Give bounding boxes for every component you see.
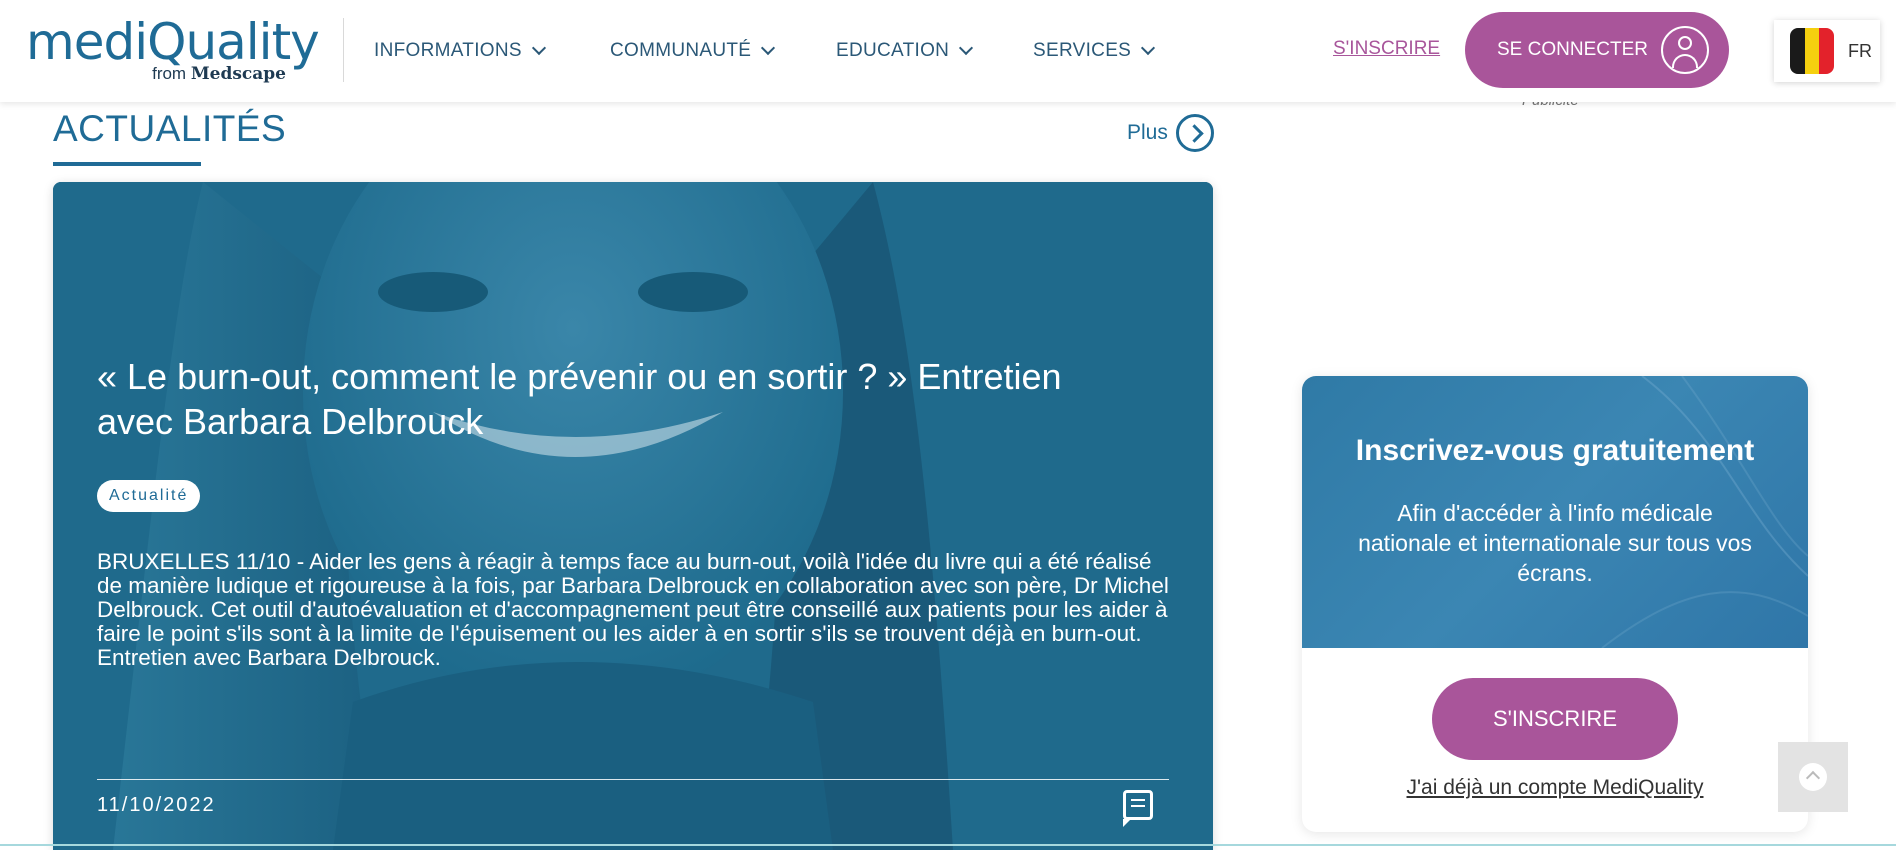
chevron-down-icon <box>531 40 546 56</box>
comment-icon[interactable] <box>1123 790 1153 827</box>
nav-communaute[interactable]: COMMUNAUTÉ <box>610 0 776 102</box>
nav-label: COMMUNAUTÉ <box>610 40 752 61</box>
article-title[interactable]: « Le burn-out, comment le prévenir ou en… <box>97 354 1147 444</box>
header-divider <box>343 18 344 82</box>
page-bottom-border <box>0 844 1896 846</box>
user-icon <box>1661 26 1709 74</box>
arrow-up-icon <box>1799 763 1827 791</box>
more-link[interactable]: Plus <box>1127 114 1214 152</box>
existing-account-link[interactable]: J'ai déjà un compte MediQuality <box>1302 776 1808 800</box>
section-underline <box>53 162 201 166</box>
chevron-down-icon <box>959 40 974 56</box>
more-label: Plus <box>1127 121 1168 144</box>
signup-promo-card: Inscrivez-vous gratuitement Afin d'accéd… <box>1302 376 1808 832</box>
chevron-right-circle-icon <box>1175 114 1214 152</box>
belgium-flag-icon <box>1790 28 1834 74</box>
logo-subtitle: from Medscape <box>152 64 286 84</box>
signup-link[interactable]: S'INSCRIRE <box>1333 38 1440 60</box>
article-category-tag[interactable]: Actualité <box>97 480 201 512</box>
scroll-to-top-button[interactable] <box>1778 742 1848 812</box>
signup-banner: Inscrivez-vous gratuitement Afin d'accéd… <box>1302 376 1808 648</box>
nav-services[interactable]: SERVICES <box>1033 0 1156 102</box>
language-selector[interactable]: FR <box>1774 20 1880 82</box>
login-button[interactable]: SE CONNECTER <box>1465 12 1729 88</box>
chevron-down-icon <box>761 40 776 56</box>
article-date: 11/10/2022 <box>97 794 216 816</box>
signup-title: Inscrivez-vous gratuitement <box>1355 434 1755 467</box>
nav-label: EDUCATION <box>836 40 950 61</box>
featured-article-card[interactable]: « Le burn-out, comment le prévenir ou en… <box>53 182 1213 850</box>
article-photo <box>53 182 1213 850</box>
signup-description: Afin d'accéder à l'info médicale nationa… <box>1358 500 1752 586</box>
logo-sub-brand: Medscape <box>190 64 286 84</box>
nav-education[interactable]: EDUCATION <box>836 0 974 102</box>
site-header: mediQuality from Medscape INFORMATIONS C… <box>0 0 1896 102</box>
mediquality-logo[interactable]: mediQuality from Medscape <box>26 13 320 86</box>
article-excerpt: BRUXELLES 11/10 - Aider les gens à réagi… <box>97 549 1169 670</box>
section-title: ACTUALITÉS <box>53 108 287 149</box>
logo-wordmark: mediQuality <box>26 13 320 71</box>
login-label: SE CONNECTER <box>1497 39 1648 60</box>
language-code: FR <box>1848 40 1872 61</box>
card-divider <box>97 779 1169 780</box>
logo-sub-prefix: from <box>152 64 187 83</box>
chevron-down-icon <box>1141 40 1156 56</box>
nav-informations[interactable]: INFORMATIONS <box>374 0 546 102</box>
nav-label: SERVICES <box>1033 40 1132 61</box>
nav-label: INFORMATIONS <box>374 40 522 61</box>
signup-button[interactable]: S'INSCRIRE <box>1432 678 1678 760</box>
